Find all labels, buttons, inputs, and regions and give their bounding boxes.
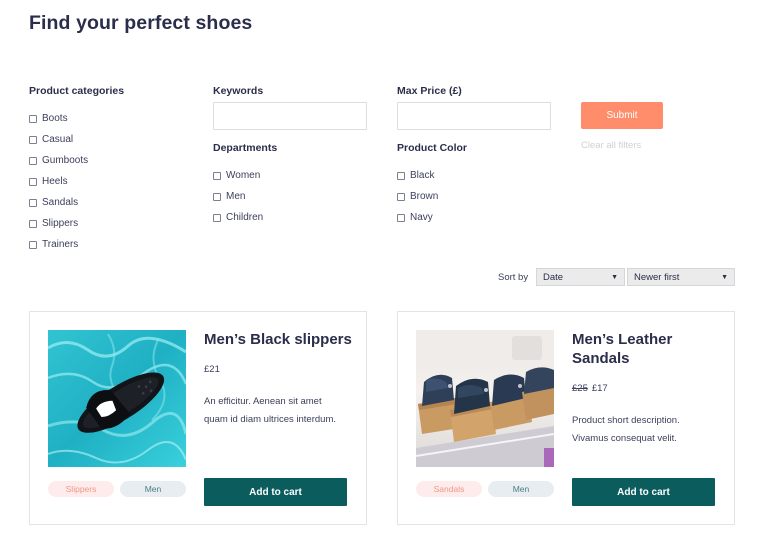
keywords-input[interactable] [213,102,367,130]
sort-field-select[interactable]: Date ▼ [536,268,625,286]
max-price-input[interactable] [397,102,551,130]
caret-down-icon: ▼ [611,273,618,281]
checkbox[interactable] [213,192,221,201]
option-label: Slippers [42,218,79,229]
option-label: Black [410,170,435,181]
category-option-boots[interactable]: Boots [29,108,124,129]
category-option-trainers[interactable]: Trainers [29,234,124,255]
sale-price: £17 [591,383,608,394]
option-label: Men [226,191,246,202]
color-option-navy[interactable]: Navy [397,207,467,228]
category-option-gumboots[interactable]: Gumboots [29,150,124,171]
product-title[interactable]: Men’s Black slippers [204,330,354,349]
option-label: Casual [42,134,74,145]
color-label: Product Color [397,142,467,154]
product-image-sandals[interactable] [416,330,554,467]
category-option-casual[interactable]: Casual [29,129,124,150]
option-label: Gumboots [42,155,89,166]
checkbox[interactable] [29,135,37,144]
checkbox[interactable] [397,171,405,180]
current-price: £21 [204,364,220,375]
max-price-label: Max Price (£) [397,85,462,97]
option-label: Boots [42,113,68,124]
categories-filter: Product categories Boots Casual Gumboots… [29,85,124,255]
checkbox[interactable] [29,114,37,123]
option-label: Heels [42,176,68,187]
category-option-heels[interactable]: Heels [29,171,124,192]
color-option-brown[interactable]: Brown [397,186,467,207]
original-price: £25 [572,383,588,394]
category-tag[interactable]: Slippers [48,481,114,497]
option-label: Trainers [42,239,79,250]
checkbox[interactable] [29,219,37,228]
option-label: Navy [410,212,433,223]
option-label: Children [226,212,264,223]
categories-label: Product categories [29,85,125,97]
product-description: Product short description. Vivamus conse… [572,415,680,444]
product-price: £21 [204,364,220,375]
page-title: Find your perfect shoes [29,12,253,34]
sort-order-select[interactable]: Newer first ▼ [627,268,735,286]
departments-list: Women Men Children [213,165,277,228]
departments-label: Departments [213,142,278,154]
checkbox[interactable] [397,192,405,201]
sort-label: Sort by [498,272,529,283]
checkbox[interactable] [29,156,37,165]
checkbox[interactable] [213,213,221,222]
checkbox[interactable] [29,198,37,207]
department-option-children[interactable]: Children [213,207,277,228]
category-option-slippers[interactable]: Slippers [29,213,124,234]
add-to-cart-button[interactable]: Add to cart [572,478,715,506]
submit-button[interactable]: Submit [581,102,663,129]
checkbox[interactable] [29,177,37,186]
department-option-women[interactable]: Women [213,165,277,186]
department-tag[interactable]: Men [120,481,186,497]
caret-down-icon: ▼ [721,273,728,281]
product-title[interactable]: Men’s Leather Sandals [572,330,722,368]
category-tag[interactable]: Sandals [416,481,482,497]
product-description: An efficitur. Aenean sit amet quam id di… [204,396,336,425]
add-to-cart-button[interactable]: Add to cart [204,478,347,506]
color-list: Black Brown Navy [397,165,467,228]
product-card: Men’s Leather Sandals £25 £17 Product sho… [397,311,735,525]
checkbox[interactable] [397,213,405,222]
department-option-men[interactable]: Men [213,186,277,207]
categories-list: Boots Casual Gumboots Heels Sandals Slip… [29,108,124,255]
keywords-label: Keywords [213,85,264,97]
color-filter: Product Color Black Brown Navy [397,142,467,228]
departments-filter: Departments Women Men Children [213,142,277,228]
color-option-black[interactable]: Black [397,165,467,186]
checkbox[interactable] [213,171,221,180]
option-label: Sandals [42,197,79,208]
checkbox[interactable] [29,240,37,249]
category-option-sandals[interactable]: Sandals [29,192,124,213]
option-label: Women [226,170,261,181]
clear-filters-link[interactable]: Clear all filters [581,140,641,151]
option-label: Brown [410,191,439,202]
product-image-slipper[interactable] [48,330,186,467]
department-tag[interactable]: Men [488,481,554,497]
product-card: Men’s Black slippers £21 An efficitur. A… [29,311,367,525]
sort-field-value: Date [543,271,564,283]
sort-order-value: Newer first [634,271,680,283]
product-price: £25 £17 [572,383,608,394]
